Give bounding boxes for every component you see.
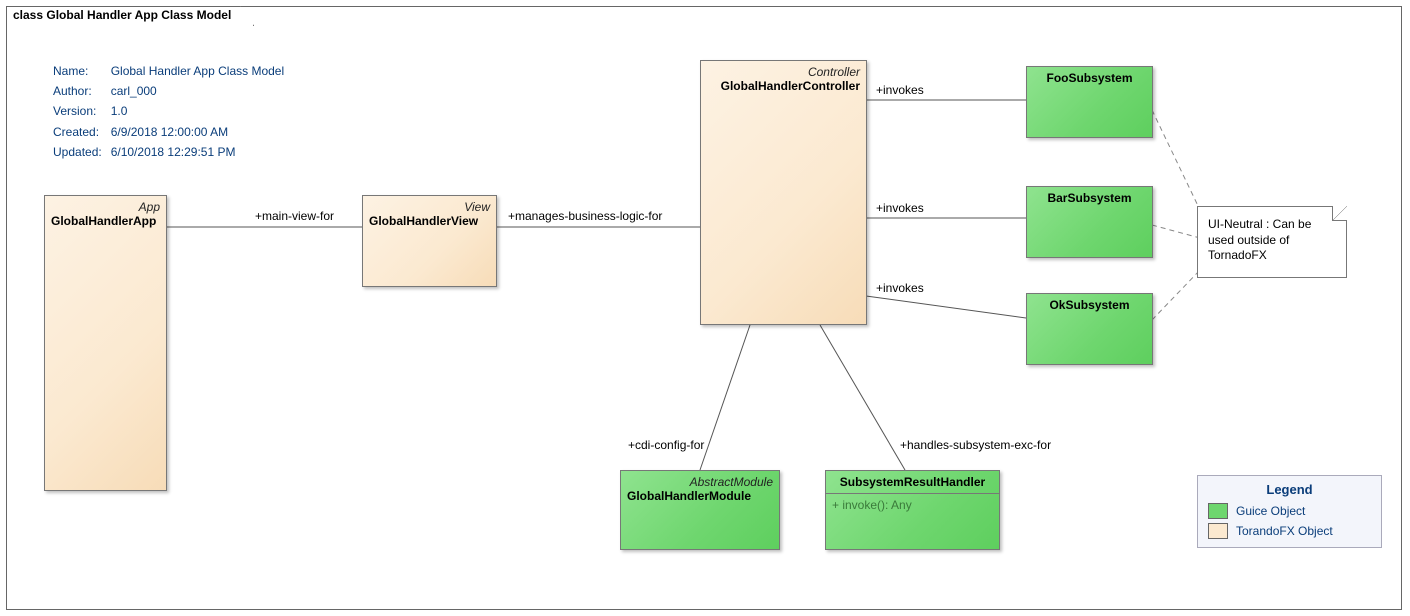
class-global-handler-view[interactable]: View GlobalHandlerView: [362, 195, 497, 287]
stereotype-label: View: [363, 196, 496, 214]
legend-row-guice: Guice Object: [1208, 503, 1371, 519]
stereotype-label: App: [45, 196, 166, 214]
swatch-peach-icon: [1208, 523, 1228, 539]
class-name: GlobalHandlerApp: [45, 214, 166, 232]
class-name: OkSubsystem: [1027, 294, 1152, 316]
diagram-title: class Global Handler App Class Model: [13, 8, 231, 22]
swatch-green-icon: [1208, 503, 1228, 519]
meta-version-key: Version:: [52, 102, 108, 120]
legend-tornado-label: TorandoFX Object: [1236, 524, 1333, 538]
legend-title: Legend: [1208, 482, 1371, 497]
class-name: GlobalHandlerView: [363, 214, 496, 232]
class-name: BarSubsystem: [1027, 187, 1152, 209]
class-global-handler-app[interactable]: App GlobalHandlerApp: [44, 195, 167, 491]
legend-row-tornado: TorandoFX Object: [1208, 523, 1371, 539]
assoc-invokes-foo-label: +invokes: [876, 83, 924, 97]
meta-created-val: 6/9/2018 12:00:00 AM: [110, 123, 285, 141]
meta-name-val: Global Handler App Class Model: [110, 62, 285, 80]
meta-updated-key: Updated:: [52, 143, 108, 161]
meta-author-key: Author:: [52, 82, 108, 100]
diagram-title-tab: class Global Handler App Class Model: [6, 6, 254, 26]
meta-updated-val: 6/10/2018 12:29:51 PM: [110, 143, 285, 161]
assoc-cdi-config-for-label: +cdi-config-for: [628, 438, 704, 452]
assoc-manages-label: +manages-business-logic-for: [508, 209, 662, 223]
class-foo-subsystem[interactable]: FooSubsystem: [1026, 66, 1153, 138]
class-name: FooSubsystem: [1027, 67, 1152, 89]
stereotype-label: AbstractModule: [621, 471, 779, 489]
class-ok-subsystem[interactable]: OkSubsystem: [1026, 293, 1153, 365]
assoc-handles-label: +handles-subsystem-exc-for: [900, 438, 1051, 452]
assoc-main-view-for-label: +main-view-for: [255, 209, 334, 223]
class-name: SubsystemResultHandler: [826, 471, 999, 493]
stereotype-label: Controller: [701, 61, 866, 79]
note-line: TornadoFX: [1208, 248, 1336, 264]
meta-name-key: Name:: [52, 62, 108, 80]
meta-version-val: 1.0: [110, 102, 285, 120]
assoc-invokes-bar-label: +invokes: [876, 201, 924, 215]
note-line: used outside of: [1208, 233, 1336, 249]
meta-author-val: carl_000: [110, 82, 285, 100]
class-bar-subsystem[interactable]: BarSubsystem: [1026, 186, 1153, 258]
class-subsystem-result-handler[interactable]: SubsystemResultHandler + invoke(): Any: [825, 470, 1000, 550]
legend-box: Legend Guice Object TorandoFX Object: [1197, 475, 1382, 548]
class-global-handler-controller[interactable]: Controller GlobalHandlerController: [700, 60, 867, 325]
diagram-metadata: Name:Global Handler App Class Model Auth…: [50, 60, 287, 163]
diagram-canvas: class Global Handler App Class Model Nam…: [0, 0, 1410, 616]
legend-guice-label: Guice Object: [1236, 504, 1305, 518]
class-name: GlobalHandlerController: [701, 79, 866, 97]
note-line: UI-Neutral : Can be: [1208, 217, 1336, 233]
note-ui-neutral[interactable]: UI-Neutral : Can be used outside of Torn…: [1197, 206, 1347, 278]
operation-invoke: + invoke(): Any: [826, 494, 999, 516]
class-global-handler-module[interactable]: AbstractModule GlobalHandlerModule: [620, 470, 780, 550]
assoc-invokes-ok-label: +invokes: [876, 281, 924, 295]
class-name: GlobalHandlerModule: [621, 489, 779, 507]
meta-created-key: Created:: [52, 123, 108, 141]
